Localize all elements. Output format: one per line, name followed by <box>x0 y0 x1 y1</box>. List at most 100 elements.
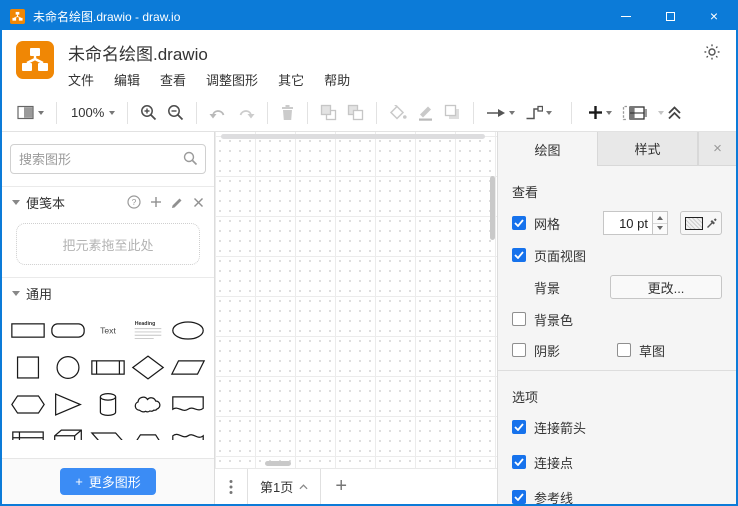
undo-icon <box>209 105 227 120</box>
tab-style[interactable]: 样式 <box>597 132 698 166</box>
vertical-scrollbar-thumb[interactable] <box>490 176 495 240</box>
background-color-checkbox[interactable] <box>512 312 526 326</box>
close-button[interactable]: × <box>692 2 736 30</box>
toolbar-separator <box>307 102 308 124</box>
menu-file[interactable]: 文件 <box>68 70 94 89</box>
insert-button[interactable] <box>583 101 617 124</box>
insert-table-button[interactable] <box>617 101 653 125</box>
shape-square[interactable] <box>8 349 48 386</box>
to-back-button[interactable] <box>342 100 369 125</box>
grid-size-input[interactable] <box>603 211 653 235</box>
shape-parallelogram[interactable] <box>168 349 208 386</box>
sketch-checkbox[interactable] <box>617 343 631 357</box>
more-shapes-button[interactable]: + 更多图形 <box>60 468 156 495</box>
svg-text:Text: Text <box>100 325 116 335</box>
shape-process[interactable] <box>88 349 128 386</box>
pages-menu-button[interactable] <box>215 469 247 504</box>
dots-menu-icon <box>229 479 233 495</box>
change-background-button[interactable]: 更改... <box>610 275 722 299</box>
guides-checkbox[interactable] <box>512 490 526 504</box>
pages-bar: 第1页 + <box>215 468 497 504</box>
page-tab[interactable]: 第1页 <box>247 469 321 504</box>
fill-color-button[interactable] <box>384 101 412 125</box>
scratchpad-header[interactable]: 便笺本 ? <box>2 187 214 217</box>
collapse-expand-button[interactable] <box>653 101 687 124</box>
shadow-checkbox[interactable] <box>512 343 526 357</box>
shape-rounded-rectangle[interactable] <box>48 312 88 349</box>
shape-cylinder[interactable] <box>88 386 128 423</box>
shape-textbox[interactable]: Heading <box>128 312 168 349</box>
connection-arrows-checkbox[interactable] <box>512 420 526 434</box>
grid-label: 网格 <box>534 214 560 233</box>
shape-step[interactable] <box>88 423 128 440</box>
page-view-checkbox[interactable] <box>512 248 526 262</box>
to-front-button[interactable] <box>315 100 342 125</box>
maximize-icon <box>666 12 675 21</box>
toolbar: 100% <box>2 94 736 132</box>
horizontal-scrollbar[interactable] <box>221 134 485 139</box>
undo-button[interactable] <box>204 101 232 124</box>
chevron-down-icon <box>109 111 115 118</box>
panel-close-button[interactable]: × <box>698 132 736 166</box>
shape-cloud[interactable] <box>128 386 168 423</box>
shape-diamond[interactable] <box>128 349 168 386</box>
add-page-button[interactable]: + <box>321 469 361 504</box>
menu-extras[interactable]: 其它 <box>278 70 304 89</box>
zoom-value: 100% <box>69 105 106 120</box>
close-icon[interactable] <box>193 197 204 208</box>
stepper-up[interactable] <box>653 212 667 224</box>
chevron-down-icon <box>12 291 20 300</box>
help-icon[interactable]: ? <box>127 195 141 209</box>
add-icon[interactable] <box>150 196 162 208</box>
redo-button[interactable] <box>232 101 260 124</box>
delete-button[interactable] <box>275 100 300 125</box>
zoom-out-button[interactable] <box>162 100 189 125</box>
waypoint-style-button[interactable] <box>520 101 557 124</box>
scratchpad-dropzone[interactable]: 把元素拖至此处 <box>16 223 200 265</box>
horizontal-scrollbar-thumb[interactable] <box>265 461 291 466</box>
search-input[interactable] <box>10 144 206 174</box>
page-tab-label: 第1页 <box>260 477 293 496</box>
zoom-in-button[interactable] <box>135 100 162 125</box>
grid-checkbox[interactable] <box>512 216 526 230</box>
shape-internal-storage[interactable] <box>8 423 48 440</box>
minimize-button[interactable] <box>604 2 648 30</box>
grid-size-stepper[interactable] <box>653 211 668 235</box>
grid-color-button[interactable] <box>680 211 722 235</box>
maximize-button[interactable] <box>648 2 692 30</box>
tab-diagram[interactable]: 绘图 <box>498 132 597 166</box>
connection-arrows-label: 连接箭头 <box>534 418 586 437</box>
header: 未命名绘图.drawio 文件 编辑 查看 调整图形 其它 帮助 <box>2 30 736 94</box>
shape-document[interactable] <box>168 386 208 423</box>
toolbar-separator <box>376 102 377 124</box>
shape-triangle[interactable] <box>48 386 88 423</box>
shape-circle[interactable] <box>48 349 88 386</box>
line-color-button[interactable] <box>412 100 439 125</box>
view-panels-button[interactable] <box>12 101 49 124</box>
view-section: 查看 网格 页面视图 <box>498 166 736 361</box>
connection-style-button[interactable] <box>481 102 520 124</box>
stepper-down[interactable] <box>653 224 667 235</box>
shape-rectangle[interactable] <box>8 312 48 349</box>
view-panels-icon <box>17 105 35 120</box>
shadow-icon <box>444 104 461 121</box>
drawing-canvas[interactable] <box>215 132 497 468</box>
sketch-label: 草图 <box>639 341 665 360</box>
menu-help[interactable]: 帮助 <box>324 70 350 89</box>
connection-points-checkbox[interactable] <box>512 455 526 469</box>
menu-edit[interactable]: 编辑 <box>114 70 140 89</box>
theme-button[interactable] <box>700 40 724 64</box>
shape-trapezoid[interactable] <box>128 423 168 440</box>
shape-hexagon[interactable] <box>8 386 48 423</box>
zoom-select[interactable]: 100% <box>64 101 120 124</box>
background-color-label: 背景色 <box>534 310 573 329</box>
menu-view[interactable]: 查看 <box>160 70 186 89</box>
shape-text[interactable]: Text <box>88 312 128 349</box>
shape-tape[interactable] <box>168 423 208 440</box>
edit-pencil-icon[interactable] <box>171 196 184 209</box>
shape-cube[interactable] <box>48 423 88 440</box>
shadow-button[interactable] <box>439 100 466 125</box>
shape-ellipse[interactable] <box>168 312 208 349</box>
menu-arrange[interactable]: 调整图形 <box>206 70 258 89</box>
general-section-header[interactable]: 通用 <box>2 278 214 308</box>
